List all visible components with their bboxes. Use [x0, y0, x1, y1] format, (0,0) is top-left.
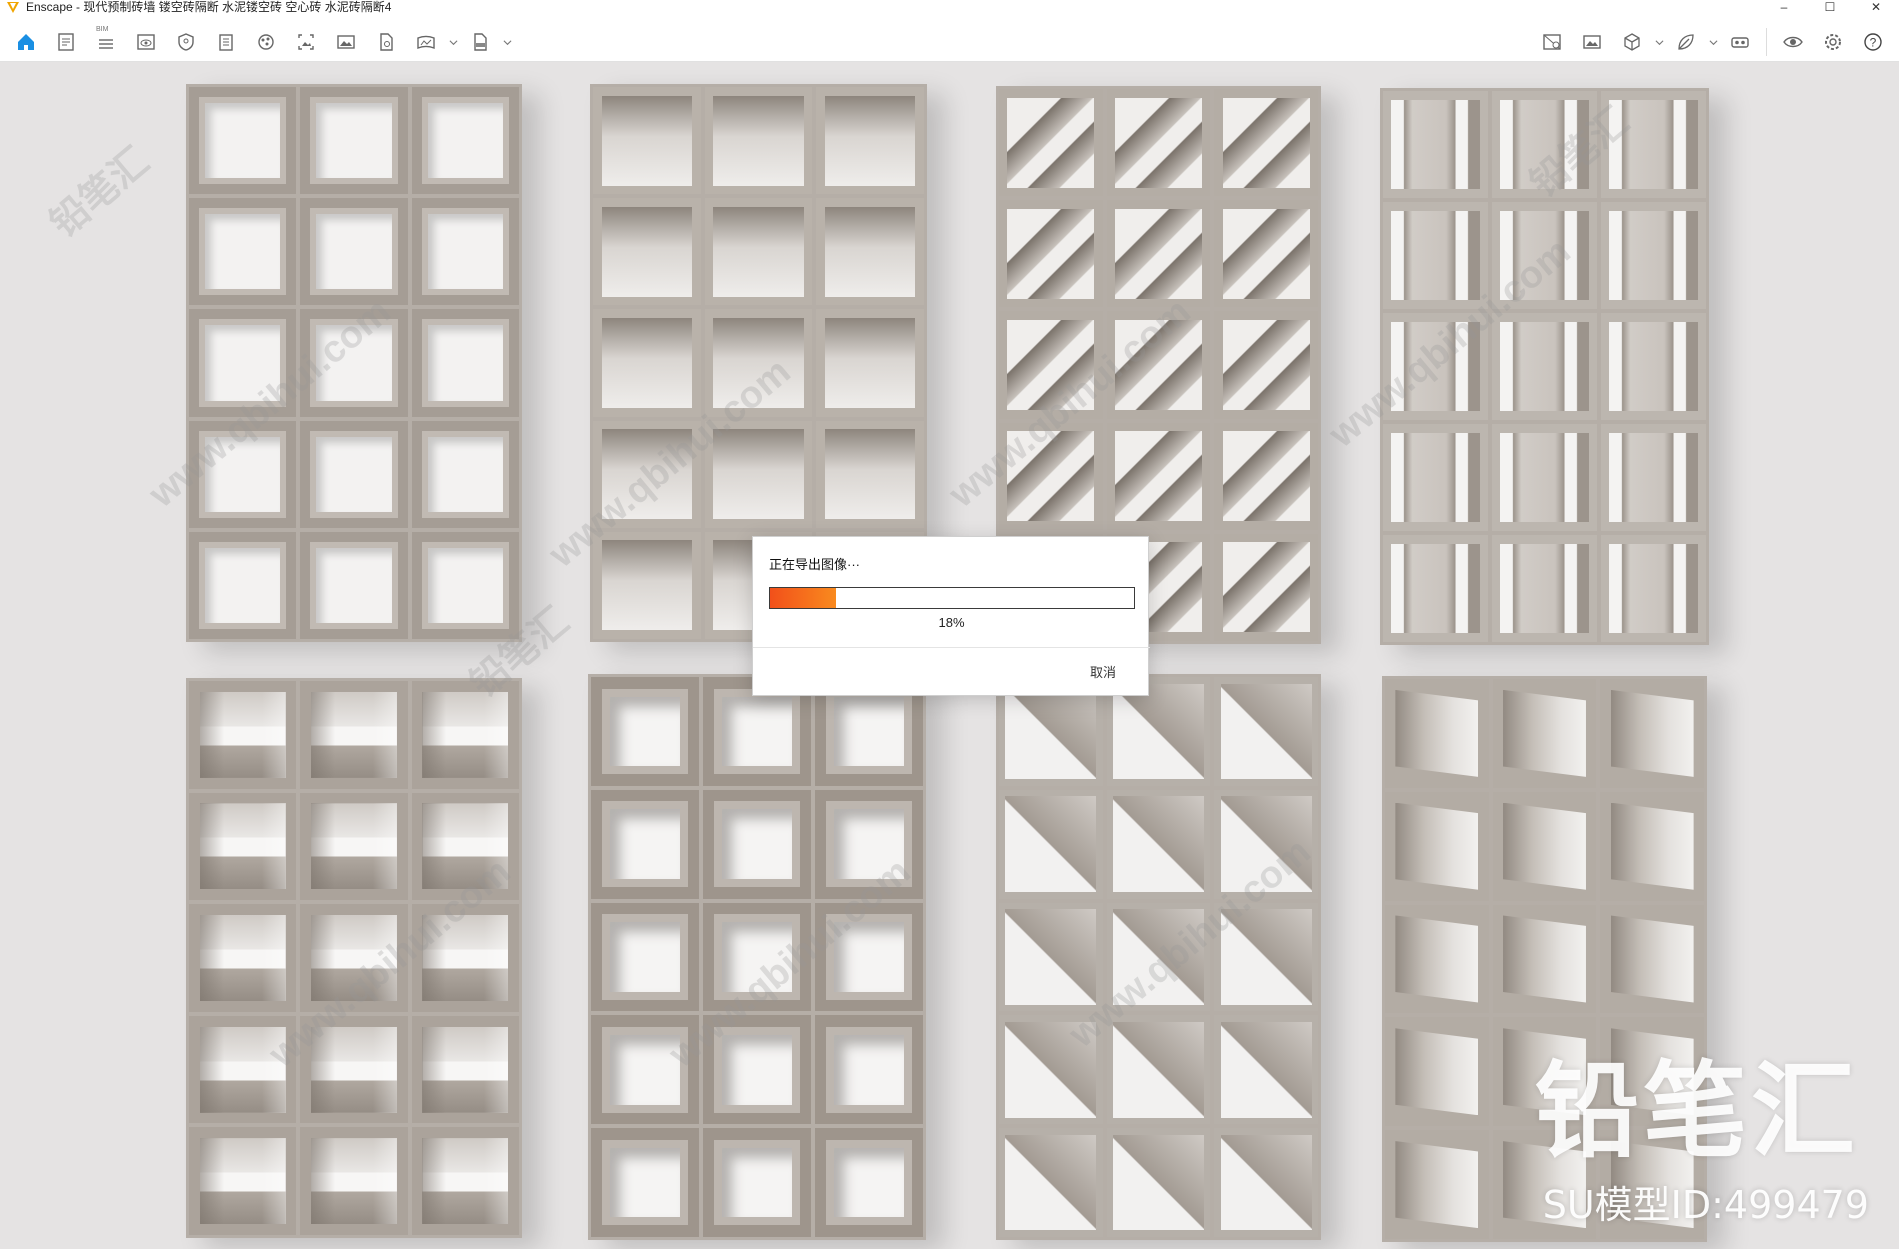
minimize-button[interactable]: –	[1761, 0, 1807, 14]
material-button[interactable]	[1668, 28, 1704, 56]
globe-icon	[258, 34, 274, 50]
maximize-button[interactable]: ☐	[1807, 0, 1853, 14]
dialog-title: 正在导出图像···	[769, 557, 860, 572]
model-dropdown-button[interactable]	[1654, 28, 1664, 56]
building-button[interactable]	[208, 28, 244, 56]
gallery-button[interactable]	[1574, 28, 1610, 56]
help-button[interactable]: ?	[1855, 28, 1891, 56]
screenshot-button[interactable]	[288, 28, 324, 56]
panorama-button[interactable]	[408, 28, 444, 56]
panorama-dropdown-button[interactable]	[448, 28, 458, 56]
toolbar-separator	[1766, 28, 1767, 56]
model-id-watermark: SU模型ID:499479	[1542, 1183, 1869, 1227]
progress-percent: 18%	[938, 615, 965, 630]
material-dropdown-button[interactable]	[1708, 28, 1718, 56]
chevron-down-icon	[449, 39, 457, 45]
visibility-icon	[1783, 36, 1803, 48]
cancel-button[interactable]: 取消	[1090, 662, 1116, 681]
live-view-button[interactable]	[128, 28, 164, 56]
export-progress-dialog: 正在导出图像··· 18% 取消	[752, 536, 1150, 696]
brick-panel-pyramid-hole	[186, 678, 522, 1238]
export-progress-bar	[769, 587, 1135, 609]
title-bar: Enscape - 现代预制砖墙 镂空砖隔断 水泥镂空砖 空心砖 水泥砖隔断4 …	[0, 0, 1899, 14]
enscape-toolbar: BIM ?	[0, 14, 1899, 71]
exe-export-icon	[474, 33, 487, 51]
chevron-down-icon	[1709, 39, 1717, 45]
home-icon	[18, 34, 34, 50]
help-icon: ?	[1864, 33, 1882, 51]
dialog-divider	[753, 647, 1150, 648]
bim-label: BIM	[96, 26, 109, 33]
brand-watermark: 铅笔汇	[1534, 1050, 1859, 1172]
visual-settings-button[interactable]	[1775, 28, 1811, 56]
toolbar-right-group: ?	[1534, 28, 1891, 56]
vr-headset-icon	[1731, 37, 1749, 48]
batch-render-button[interactable]	[368, 28, 404, 56]
map-button[interactable]	[1534, 28, 1570, 56]
leaf-icon	[1678, 34, 1694, 50]
settings-button[interactable]	[1815, 28, 1851, 56]
panorama-icon	[417, 35, 435, 50]
bim-button[interactable]: BIM	[88, 26, 124, 56]
eye-icon	[137, 34, 155, 50]
image-gallery-icon	[1583, 35, 1601, 49]
brick-panel-triangle	[996, 674, 1321, 1240]
brick-panel-square-frame	[186, 84, 522, 642]
brick-panel-inset-square	[588, 674, 926, 1240]
views-button[interactable]	[48, 28, 84, 56]
window-controls: – ☐ ✕	[1761, 0, 1899, 14]
chevron-down-icon	[1655, 39, 1663, 45]
shield-icon	[178, 33, 194, 51]
settings-icon	[1825, 34, 1841, 50]
progress-fill	[770, 588, 836, 608]
vr-button[interactable]	[1722, 28, 1758, 56]
brick-panel-vertical-slats	[1380, 88, 1709, 645]
toolbar-left-group: BIM	[8, 26, 512, 56]
exe-export-button[interactable]	[462, 28, 498, 56]
asset-button[interactable]	[168, 28, 204, 56]
map-pin-icon	[1543, 34, 1561, 50]
home-button[interactable]	[8, 28, 44, 56]
enscape-logo-icon	[6, 1, 20, 13]
exe-dropdown-button[interactable]	[502, 28, 512, 56]
window-title: Enscape - 现代预制砖墙 镂空砖隔断 水泥镂空砖 空心砖 水泥砖隔断4	[26, 0, 392, 14]
chevron-down-icon	[503, 39, 511, 45]
image-icon	[337, 35, 355, 49]
building-icon	[219, 34, 233, 51]
help-label: ?	[1870, 36, 1877, 50]
cube-icon	[1624, 33, 1640, 51]
render-button[interactable]	[248, 28, 284, 56]
model-button[interactable]	[1614, 28, 1650, 56]
watermark-stamp-text: 铅笔汇	[42, 140, 158, 246]
image-crop-icon	[298, 34, 314, 50]
image-export-button[interactable]	[328, 28, 364, 56]
file-settings-icon	[380, 33, 393, 51]
close-button[interactable]: ✕	[1853, 0, 1899, 14]
list-icon	[99, 39, 113, 49]
document-icon	[58, 33, 74, 51]
